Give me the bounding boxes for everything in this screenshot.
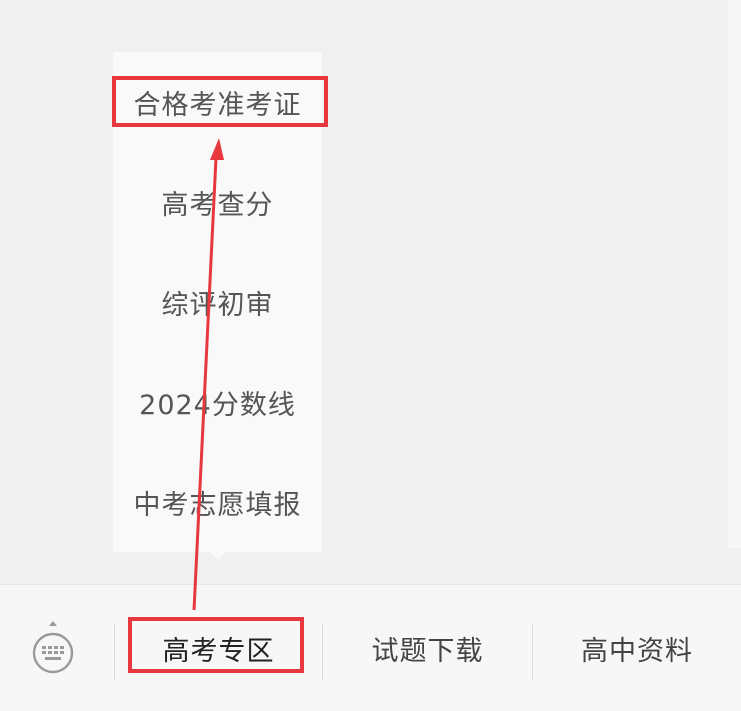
bottom-menu-bar: 高考专区 试题下载 高中资料: [0, 584, 741, 711]
keyboard-icon: [32, 621, 74, 674]
submenu-item-score-line[interactable]: 2024分数线: [113, 352, 322, 452]
submenu-item-label: 高考查分: [161, 189, 274, 221]
submenu-item-admission-ticket[interactable]: 合格考准考证: [113, 52, 322, 152]
submenu-item-label: 合格考准考证: [133, 89, 302, 121]
submenu-item-zhongkao-application[interactable]: 中考志愿填报: [113, 452, 322, 552]
submenu-popup: 合格考准考证 高考查分 综评初审 2024分数线 中考志愿填报: [113, 52, 322, 552]
submenu-item-label: 综评初审: [161, 289, 274, 321]
submenu-item-label: 中考志愿填报: [133, 489, 302, 521]
chat-area: [0, 0, 741, 584]
submenu-item-comprehensive-review[interactable]: 综评初审: [113, 252, 322, 352]
chat-edge: [728, 0, 741, 548]
tab-gaokao-zone[interactable]: 高考专区: [115, 613, 322, 683]
tab-label: 高中资料: [581, 635, 693, 667]
tab-highschool-materials[interactable]: 高中资料: [533, 613, 741, 683]
submenu-item-score-query[interactable]: 高考查分: [113, 152, 322, 252]
tab-label: 高考专区: [162, 635, 275, 667]
tab-exam-download[interactable]: 试题下载: [323, 613, 532, 683]
popup-pointer: [209, 551, 227, 560]
tab-label: 试题下载: [371, 635, 484, 667]
submenu-item-label: 2024分数线: [139, 389, 296, 421]
keyboard-toggle-button[interactable]: [27, 619, 79, 679]
